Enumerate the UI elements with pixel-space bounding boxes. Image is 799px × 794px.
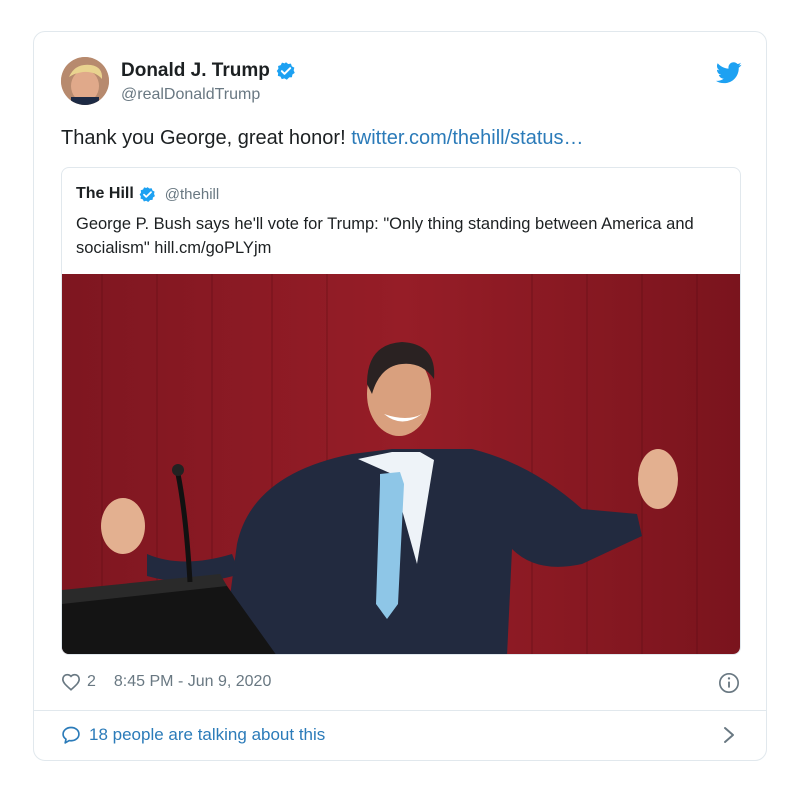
tweet-timestamp[interactable]: 8:45 PM - Jun 9, 2020	[114, 673, 271, 691]
info-icon[interactable]	[718, 672, 740, 694]
chevron-right-icon[interactable]	[722, 725, 736, 745]
verified-badge-icon	[139, 186, 155, 202]
author-name[interactable]: Donald J. Trump	[121, 60, 270, 82]
comment-bubble-icon	[62, 726, 80, 744]
author-handle[interactable]: @realDonaldTrump	[121, 86, 260, 104]
heart-icon[interactable]	[61, 673, 81, 691]
author-avatar[interactable]	[61, 57, 109, 105]
quoted-author-handle[interactable]: @thehill	[165, 186, 219, 203]
author-name-row[interactable]: Donald J. Trump	[121, 60, 296, 82]
twitter-bird-icon[interactable]	[716, 62, 742, 84]
divider	[34, 710, 766, 711]
quoted-tweet-photo[interactable]	[62, 274, 741, 655]
tweet-link[interactable]: twitter.com/thehill/status…	[351, 127, 583, 149]
verified-badge-icon	[276, 62, 295, 80]
conversation-label[interactable]: 18 people are talking about this	[89, 725, 325, 745]
quoted-tweet[interactable]: The Hill @thehill George P. Bush says he…	[61, 167, 741, 655]
tweet-meta: 2 8:45 PM - Jun 9, 2020	[61, 673, 271, 691]
like-count[interactable]: 2	[87, 673, 96, 691]
tweet-text: Thank you George, great honor! twitter.c…	[61, 127, 584, 150]
tweet-body: Thank you George, great honor!	[61, 127, 352, 149]
conversation-link[interactable]: 18 people are talking about this	[61, 725, 325, 745]
quoted-author-name[interactable]: The Hill	[76, 185, 134, 203]
quoted-tweet-text: George P. Bush says he'll vote for Trump…	[76, 215, 694, 257]
quoted-author-row[interactable]: The Hill @thehill	[76, 185, 219, 203]
